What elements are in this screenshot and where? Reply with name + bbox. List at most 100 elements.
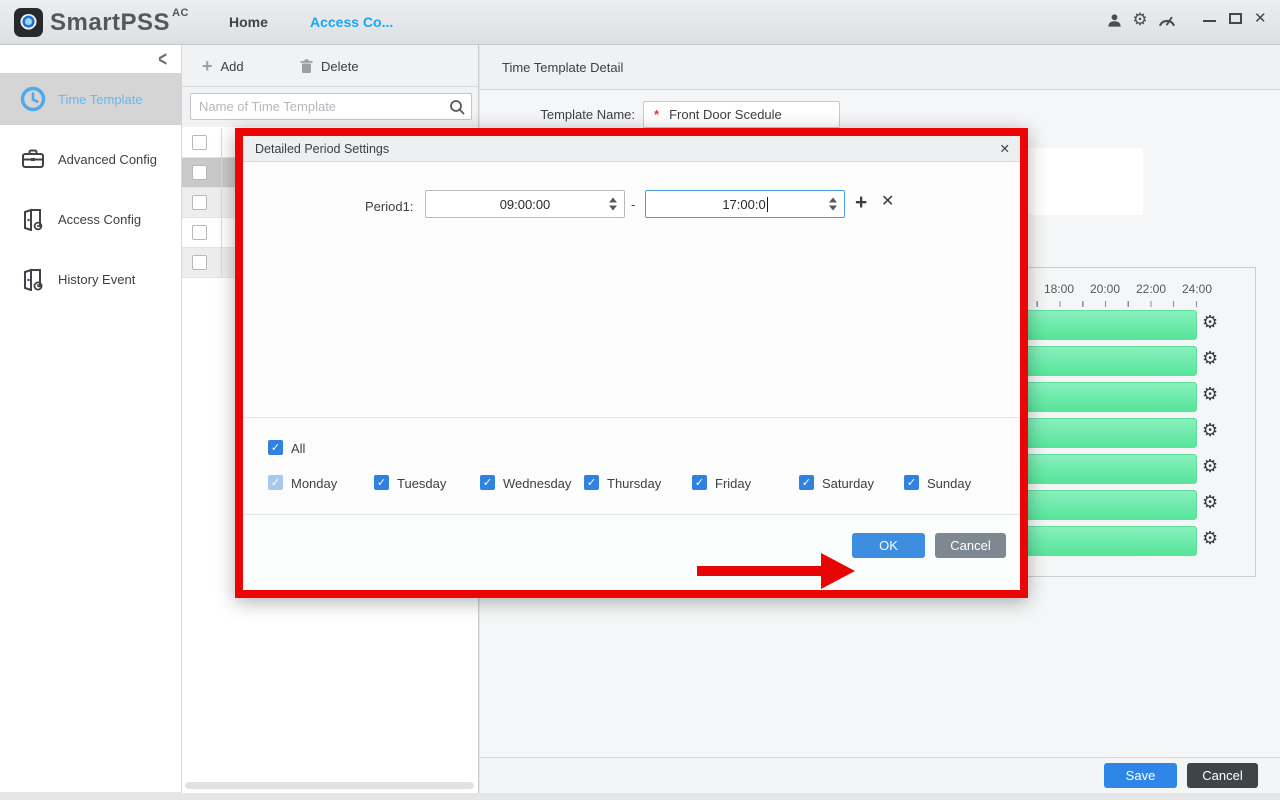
- titlebar: SmartPSSAC Home Access Co... ⚙ ✕: [0, 0, 1280, 45]
- save-button[interactable]: Save: [1104, 763, 1177, 788]
- timeline-tick-label: 22:00: [1136, 282, 1166, 296]
- delete-button[interactable]: Delete: [300, 45, 359, 87]
- dialog-cancel-button[interactable]: Cancel: [935, 533, 1006, 558]
- spinner-up-icon[interactable]: [609, 198, 617, 203]
- timeline-tick-label: 18:00: [1044, 282, 1074, 296]
- tab-access-control[interactable]: Access Co...: [310, 14, 393, 30]
- add-button[interactable]: + Add: [202, 45, 244, 87]
- sidebar-item-history-event[interactable]: History Event: [0, 253, 182, 305]
- checkbox-friday[interactable]: ✓: [692, 475, 707, 490]
- spinner-down-icon[interactable]: [609, 206, 617, 211]
- row-settings-gear-icon[interactable]: ⚙: [1202, 386, 1218, 404]
- row-settings-gear-icon[interactable]: ⚙: [1202, 350, 1218, 368]
- template-name-value: Front Door Scedule: [669, 107, 782, 122]
- timeline-tick-label: 20:00: [1090, 282, 1120, 296]
- sidebar-item-time-template[interactable]: Time Template: [0, 73, 182, 125]
- label-wednesday: Wednesday: [503, 476, 571, 491]
- search-box: [190, 93, 472, 120]
- label-sunday: Sunday: [927, 476, 971, 491]
- detail-cancel-button[interactable]: Cancel: [1187, 763, 1258, 788]
- row-checkbox[interactable]: [192, 195, 207, 210]
- label-saturday: Saturday: [822, 476, 874, 491]
- list-toolbar: + Add Delete: [182, 45, 478, 87]
- end-time-spinner[interactable]: [829, 198, 837, 211]
- door-clock-icon: [20, 266, 46, 292]
- label-friday: Friday: [715, 476, 751, 491]
- period1-label: Period1:: [365, 199, 413, 214]
- template-name-label: Template Name:: [480, 107, 635, 122]
- required-marker: *: [654, 107, 659, 122]
- remove-period-icon[interactable]: ✕: [881, 194, 894, 210]
- add-button-label: Add: [221, 59, 244, 74]
- sidebar-item-access-config[interactable]: Access Config: [0, 193, 182, 245]
- days-section: ✓ All ✓ Monday ✓ Tuesday ✓ Wednesday ✓ T…: [243, 417, 1020, 514]
- sidebar-item-label: Time Template: [58, 92, 143, 107]
- tab-home[interactable]: Home: [229, 14, 268, 30]
- checkbox-sunday[interactable]: ✓: [904, 475, 919, 490]
- row-settings-gear-icon[interactable]: ⚙: [1202, 314, 1218, 332]
- row-settings-gear-icon[interactable]: ⚙: [1202, 458, 1218, 476]
- detailed-period-settings-dialog: Detailed Period Settings ✕ Period1: 09:0…: [235, 128, 1028, 598]
- start-time-spinner[interactable]: [609, 198, 617, 211]
- search-row: [182, 87, 478, 127]
- template-name-input[interactable]: * Front Door Scedule: [643, 101, 840, 128]
- dialog-titlebar: Detailed Period Settings ✕: [243, 136, 1020, 162]
- start-time-input[interactable]: 09:00:00: [425, 190, 625, 218]
- row-checkbox[interactable]: [192, 165, 207, 180]
- dialog-footer: OK Cancel: [243, 514, 1020, 590]
- all-days-label: All: [291, 441, 305, 456]
- minimize-button[interactable]: [1203, 20, 1216, 22]
- start-time-value: 09:00:00: [500, 197, 551, 212]
- clock-icon: [20, 86, 46, 112]
- sidebar-item-advanced-config[interactable]: Advanced Config: [0, 133, 182, 185]
- delete-button-label: Delete: [321, 59, 359, 74]
- label-thursday: Thursday: [607, 476, 661, 491]
- spinner-up-icon[interactable]: [829, 198, 837, 203]
- text-caret: [767, 197, 768, 212]
- row-settings-gear-icon[interactable]: ⚙: [1202, 530, 1218, 548]
- timeline-tick-label: 24:00: [1182, 282, 1212, 296]
- gauge-icon[interactable]: [1158, 11, 1176, 29]
- all-days-checkbox[interactable]: ✓: [268, 440, 283, 455]
- label-monday: Monday: [291, 476, 337, 491]
- dialog-title: Detailed Period Settings: [255, 142, 389, 156]
- end-time-input[interactable]: 17:00:0: [645, 190, 845, 218]
- row-settings-gear-icon[interactable]: ⚙: [1202, 494, 1218, 512]
- gear-icon[interactable]: ⚙: [1131, 11, 1149, 29]
- row-settings-gear-icon[interactable]: ⚙: [1202, 422, 1218, 440]
- detail-footer: Save Cancel: [480, 757, 1280, 793]
- sidebar-item-label: History Event: [58, 272, 135, 287]
- briefcase-icon: [20, 146, 46, 172]
- detail-white-panel: [1027, 148, 1143, 215]
- row-checkbox[interactable]: [192, 255, 207, 270]
- sidebar-collapse-button[interactable]: <: [158, 48, 167, 72]
- sidebar-item-label: Advanced Config: [58, 152, 157, 167]
- search-input[interactable]: [199, 95, 439, 118]
- spinner-down-icon[interactable]: [829, 206, 837, 211]
- checkbox-saturday[interactable]: ✓: [799, 475, 814, 490]
- detail-header: Time Template Detail: [480, 45, 1280, 90]
- dialog-close-icon[interactable]: ✕: [1000, 141, 1010, 156]
- checkbox-tuesday[interactable]: ✓: [374, 475, 389, 490]
- row-checkbox[interactable]: [192, 135, 207, 150]
- checkbox-monday[interactable]: ✓: [268, 475, 283, 490]
- time-range-separator: -: [631, 197, 635, 212]
- add-period-icon[interactable]: +: [855, 192, 867, 213]
- horizontal-scrollbar[interactable]: [185, 782, 474, 789]
- detail-header-title: Time Template Detail: [502, 60, 623, 75]
- label-tuesday: Tuesday: [397, 476, 446, 491]
- checkbox-thursday[interactable]: ✓: [584, 475, 599, 490]
- app-suffix: AC: [172, 7, 189, 19]
- maximize-button[interactable]: [1229, 13, 1242, 24]
- sidebar-item-label: Access Config: [58, 212, 141, 227]
- trash-icon: [300, 59, 313, 74]
- search-icon[interactable]: [449, 99, 465, 115]
- sidebar: < Time Template Advanced Config Access C…: [0, 45, 182, 792]
- app-name: SmartPSSAC: [50, 9, 189, 37]
- close-button[interactable]: ✕: [1254, 9, 1267, 27]
- user-icon[interactable]: [1105, 11, 1123, 29]
- row-checkbox[interactable]: [192, 225, 207, 240]
- ok-button[interactable]: OK: [852, 533, 925, 558]
- checkbox-wednesday[interactable]: ✓: [480, 475, 495, 490]
- door-gear-icon: [20, 206, 46, 232]
